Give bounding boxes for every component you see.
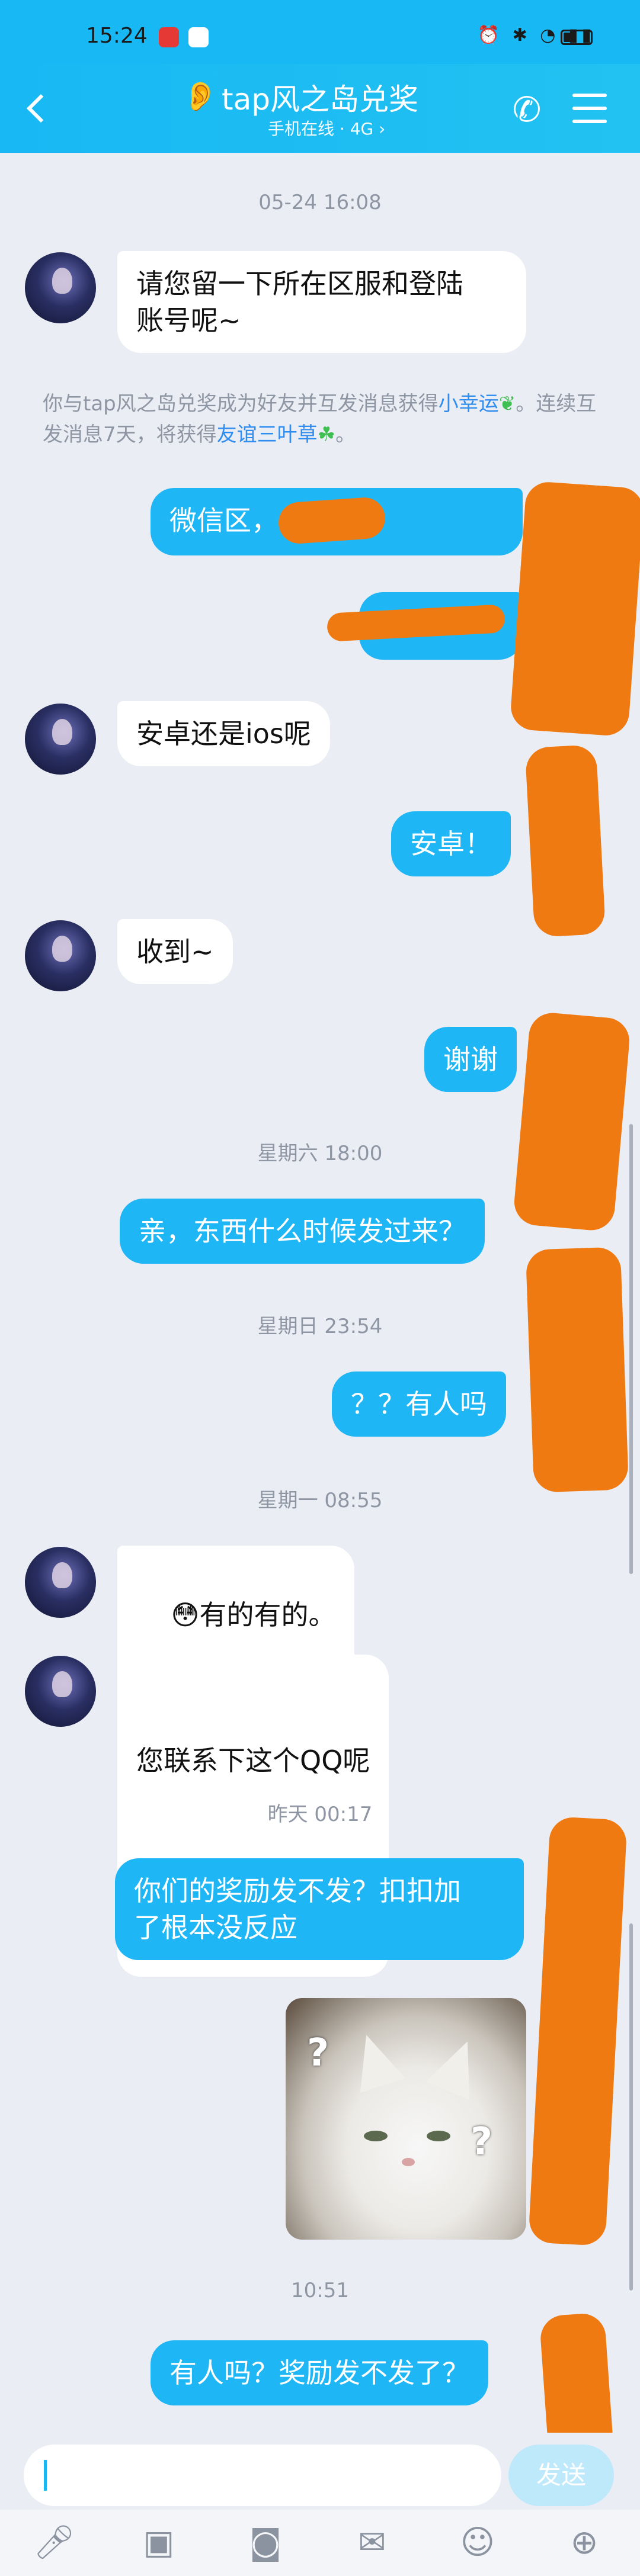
message-text: 有的有的。 [199, 1599, 336, 1631]
input-bar: 发送 [0, 2433, 640, 2510]
app-notification-icon [188, 27, 209, 47]
ear-icon: 👂 [183, 80, 218, 113]
avatar[interactable] [25, 1656, 96, 1727]
sprout-icon: ❦ [498, 392, 516, 416]
message-bubble-out[interactable]: 你们的奖励发不发？扣扣加 了根本没反应 [115, 1858, 524, 1960]
battery-icon [561, 30, 593, 45]
message-text: 您联系下这个QQ呢 [136, 1745, 370, 1777]
phone-icon[interactable]: ✆ [506, 89, 548, 130]
timestamp: 昨天 00:17 [267, 1803, 373, 1826]
scrollbar[interactable] [629, 1124, 633, 1574]
system-notice-text: 你与tap风之岛兑奖成为好友并互发消息获得 [43, 392, 439, 416]
system-notice-link[interactable]: 友谊三叶草 [217, 423, 318, 447]
chat-history[interactable]: 05-24 16:08 请您留一下所在区服和登陆 账号呢~ 你与tap风之岛兑奖… [0, 153, 640, 2494]
chat-header: 👂 tap风之岛兑奖 手机在线 · 4G › ✆ [0, 64, 640, 153]
online-status[interactable]: 手机在线 · 4G › [268, 116, 385, 140]
send-button[interactable]: 发送 [508, 2445, 614, 2506]
avatar[interactable] [25, 252, 96, 323]
red-packet-icon[interactable]: ✉ [352, 2523, 392, 2563]
timestamp: 10:51 [291, 2279, 349, 2302]
input-toolbar: 🎤︎ ▣ ◙ ✉ ☺ ⊕ [0, 2510, 640, 2576]
clover-icon: ☘ [317, 423, 336, 447]
status-bar: 15:24 ⏰ ✱ ◔ ▮▮ [0, 0, 640, 64]
back-arrow-icon[interactable] [21, 88, 57, 129]
emoji-icon[interactable]: ☺ [457, 2523, 498, 2563]
flushed-face-icon: 😳 [171, 1599, 200, 1631]
system-notice-text: 。 [335, 423, 356, 447]
message-bubble-in[interactable]: 请您留一下所在区服和登陆 账号呢~ [117, 251, 526, 353]
cat-sticker-image[interactable]: ? ? [286, 1998, 526, 2240]
message-bubble-out[interactable]: 有人吗？奖励发不发了？ [151, 2340, 488, 2405]
redaction-scribble [509, 480, 640, 737]
avatar[interactable] [25, 1547, 96, 1618]
scrollbar[interactable] [629, 1923, 633, 2291]
redaction-scribble [277, 496, 387, 545]
app-notification-icon [159, 27, 179, 47]
avatar[interactable] [25, 704, 96, 775]
message-input[interactable] [24, 2445, 501, 2506]
timestamp: 05-24 16:08 [258, 191, 382, 214]
system-notice: 你与tap风之岛兑奖成为好友并互发消息获得小幸运❦。连续互发消息7天，将获得友谊… [43, 388, 600, 450]
chat-title[interactable]: tap风之岛兑奖 [222, 76, 418, 118]
avatar[interactable] [25, 920, 96, 991]
camera-icon[interactable]: ◙ [245, 2523, 286, 2563]
image-icon[interactable]: ▣ [139, 2523, 179, 2563]
message-bubble-in[interactable]: 收到~ [117, 919, 233, 984]
redaction-scribble [524, 744, 606, 937]
plus-icon[interactable]: ⊕ [564, 2523, 604, 2563]
message-bubble-in[interactable]: 安卓还是ios呢 [117, 701, 330, 766]
redaction-scribble [528, 1816, 628, 2246]
message-bubble-out[interactable]: 谢谢 [424, 1027, 517, 1092]
message-bubble-out[interactable]: ？？有人吗 [332, 1371, 506, 1437]
text-caret [44, 2460, 47, 2491]
redaction-scribble [525, 1247, 629, 1493]
microphone-icon[interactable]: 🎤︎ [33, 2523, 75, 2563]
menu-icon[interactable] [572, 94, 607, 123]
status-time: 15:24 [86, 24, 148, 48]
message-bubble-out[interactable]: 亲，东西什么时候发过来？ [120, 1199, 485, 1264]
redaction-scribble [512, 1011, 632, 1232]
system-notice-link[interactable]: 小幸运 [439, 392, 499, 416]
message-bubble-out[interactable]: 安卓！ [391, 811, 511, 876]
